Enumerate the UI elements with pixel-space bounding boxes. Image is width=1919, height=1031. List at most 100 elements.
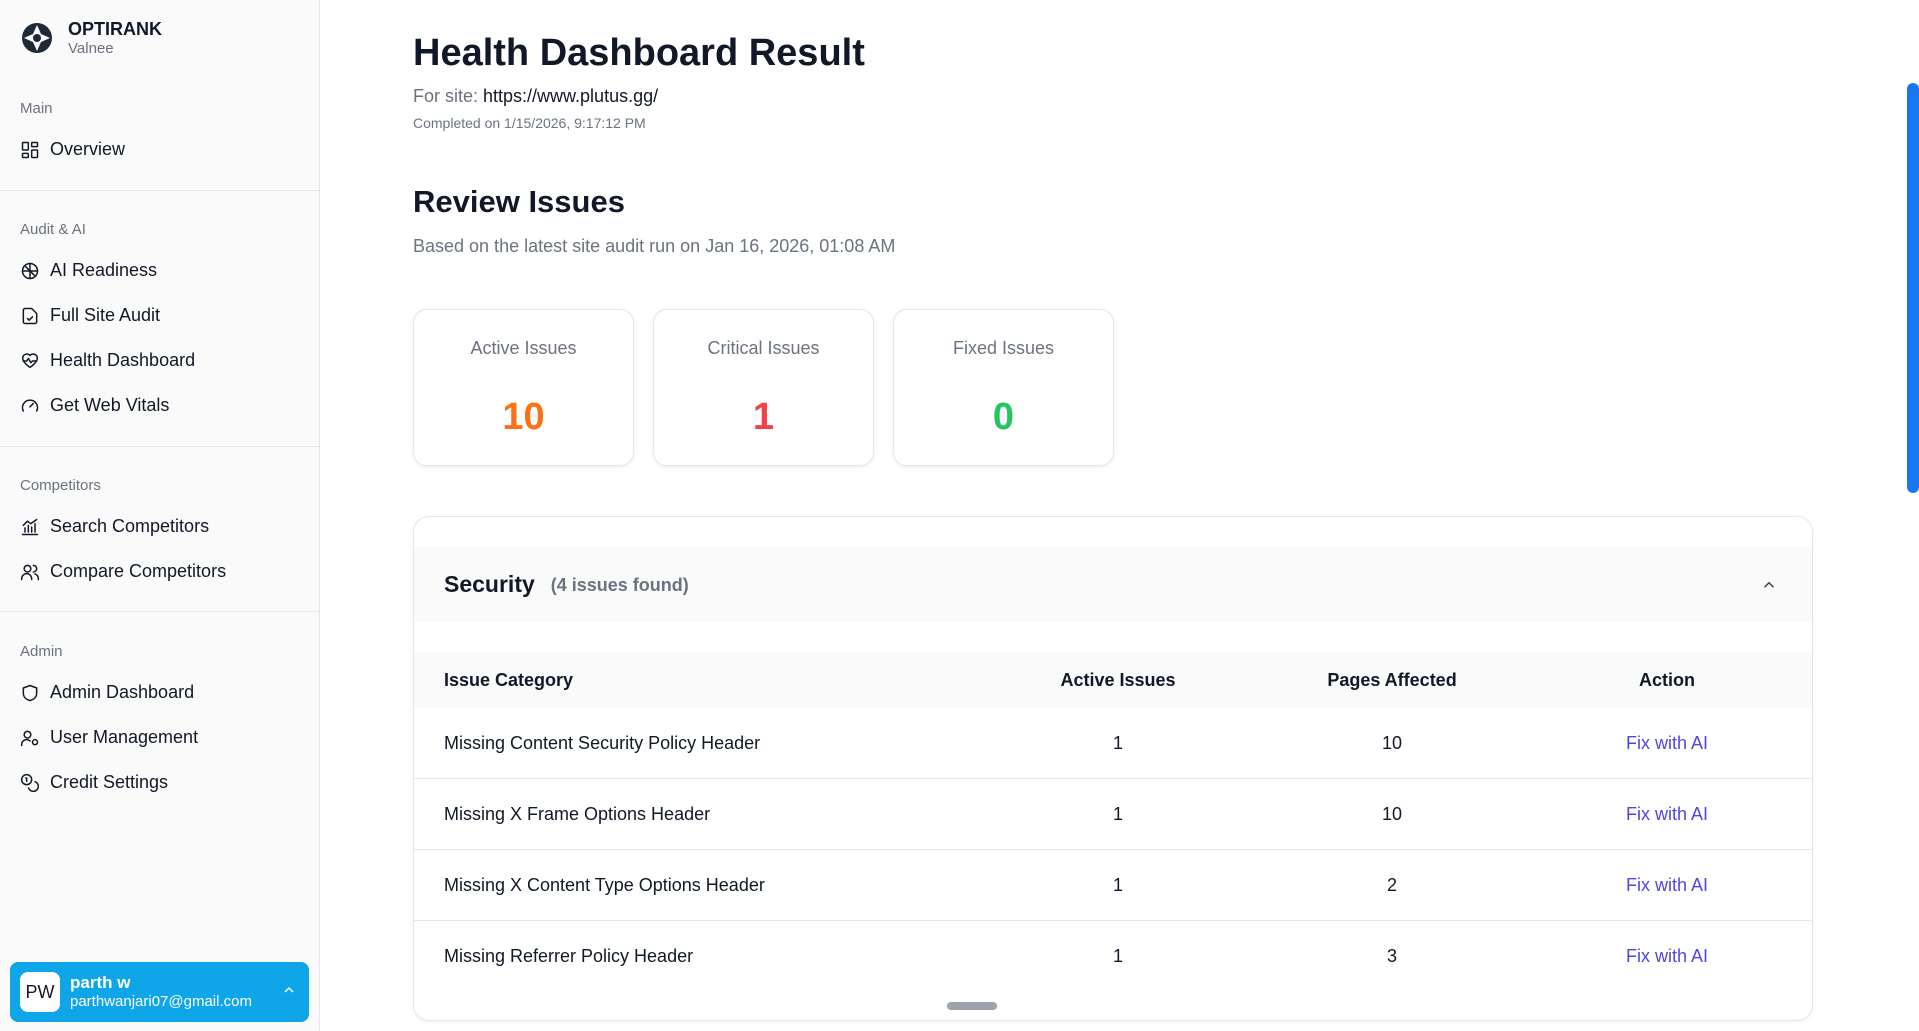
sidebar-item-label: User Management <box>50 727 199 747</box>
user-menu[interactable]: PW parth w parthwanjari07@gmail.com <box>10 962 309 1022</box>
users-icon <box>20 564 40 580</box>
chart-bar-icon <box>21 518 39 535</box>
fix-with-ai-link[interactable]: Fix with AI <box>1626 946 1708 966</box>
section-subtitle: Based on the latest site audit run on Ja… <box>413 236 896 256</box>
nav-section-competitors: Competitors Search Competitors Compare C… <box>0 476 320 594</box>
stat-label: Critical Issues <box>707 338 820 358</box>
sidebar-item-label: Overview <box>50 139 126 159</box>
brain-icon <box>21 262 39 279</box>
stat-label: Fixed Issues <box>952 338 1055 358</box>
table-header: Issue Category Active Issues Pages Affec… <box>414 652 1812 708</box>
avatar: PW <box>20 972 60 1012</box>
active-issues: 1 <box>1112 946 1123 966</box>
stat-value: 1 <box>752 396 775 438</box>
nav-section-title: Audit & AI <box>20 221 86 238</box>
stat-card-fixed: Fixed Issues 0 <box>893 309 1114 466</box>
sidebar-item-label: AI Readiness <box>50 260 158 280</box>
sidebar-item-admin-dashboard[interactable]: Admin Dashboard <box>0 670 320 715</box>
fix-with-ai-link[interactable]: Fix with AI <box>1626 804 1708 824</box>
table-row: Missing Content Security Policy Header 1… <box>414 708 1812 779</box>
shield-icon <box>22 684 38 701</box>
chevron-up-icon[interactable] <box>281 982 297 998</box>
pages-affected: 10 <box>1381 803 1403 824</box>
horizontal-scroll-handle[interactable] <box>947 1002 997 1010</box>
stat-value: 0 <box>992 396 1015 438</box>
user-email: parthwanjari07@gmail.com <box>70 993 252 1010</box>
pages-affected: 10 <box>1381 732 1403 753</box>
column-header: Action <box>1639 669 1695 690</box>
fix-with-ai-link[interactable]: Fix with AI <box>1626 733 1708 753</box>
optirank-logo-icon <box>22 23 52 53</box>
active-issues: 1 <box>1112 803 1123 824</box>
layout-grid-icon <box>21 141 39 158</box>
column-header: Active Issues <box>1060 669 1176 690</box>
table-row: Missing X Content Type Options Header 1 … <box>414 850 1812 921</box>
user-cog-icon <box>20 730 39 746</box>
sidebar-item-label: Health Dashboard <box>50 350 196 370</box>
sidebar-item-label: Admin Dashboard <box>50 682 195 702</box>
divider <box>0 611 320 612</box>
file-check-icon <box>22 307 38 324</box>
user-name: parth w <box>70 973 131 992</box>
sidebar-item-full-site-audit[interactable]: Full Site Audit <box>0 293 320 338</box>
issues-panel-security: Security (4 issues found) Issue Category… <box>413 516 1813 1021</box>
site-line: For site: https://www.plutus.gg/ <box>413 86 658 107</box>
column-header: Pages Affected <box>1327 669 1457 690</box>
panel-title: Security <box>444 571 535 597</box>
sidebar-item-credit-settings[interactable]: Credit Settings <box>0 760 320 805</box>
issue-category: Missing X Frame Options Header <box>444 803 711 824</box>
heart-pulse-icon <box>21 352 39 368</box>
issue-category: Missing Content Security Policy Header <box>444 732 761 753</box>
sidebar-item-user-management[interactable]: User Management <box>0 715 320 760</box>
pages-affected: 2 <box>1386 874 1397 895</box>
nav-section-title: Main <box>20 100 53 117</box>
stat-label: Active Issues <box>470 338 577 358</box>
sidebar-item-compare-competitors[interactable]: Compare Competitors <box>0 549 320 594</box>
nav-section-title: Admin <box>20 643 63 660</box>
panel-header[interactable]: Security (4 issues found) <box>414 547 1812 622</box>
coins-icon <box>20 773 40 792</box>
sidebar-item-ai-readiness[interactable]: AI Readiness <box>0 248 320 293</box>
nav-section-main: Main Overview <box>0 99 320 172</box>
gauge-icon <box>21 398 39 412</box>
sidebar-item-health-dashboard[interactable]: Health Dashboard <box>0 338 320 383</box>
fix-with-ai-link[interactable]: Fix with AI <box>1626 875 1708 895</box>
sidebar-item-label: Compare Competitors <box>50 561 227 581</box>
brand-name: OPTIRANK <box>68 19 162 39</box>
site-prefix: For site: <box>413 86 484 106</box>
sidebar: OPTIRANK Valnee Main Overview Audit & AI… <box>0 0 320 1031</box>
nav-section-title: Competitors <box>20 477 101 494</box>
chevron-up-icon[interactable] <box>1760 576 1778 594</box>
site-url: https://www.plutus.gg/ <box>483 86 659 106</box>
divider <box>0 190 320 191</box>
issues-table: Issue Category Active Issues Pages Affec… <box>414 652 1812 992</box>
column-header: Issue Category <box>444 669 574 690</box>
section-title: Review Issues <box>413 184 625 219</box>
stat-card-active: Active Issues 10 <box>413 309 634 466</box>
sidebar-item-label: Full Site Audit <box>50 305 161 325</box>
completed-timestamp: Completed on 1/15/2026, 9:17:12 PM <box>413 115 646 131</box>
brand[interactable]: OPTIRANK Valnee <box>20 18 162 58</box>
sidebar-item-label: Search Competitors <box>50 516 210 536</box>
sidebar-item-overview[interactable]: Overview <box>0 127 320 172</box>
brand-subtitle: Valnee <box>68 40 114 57</box>
table-row: Missing Referrer Policy Header 1 3 Fix w… <box>414 921 1812 992</box>
active-issues: 1 <box>1112 732 1123 753</box>
nav-section-admin: Admin Admin Dashboard User Management Cr… <box>0 642 320 805</box>
active-issues: 1 <box>1112 874 1123 895</box>
stat-value: 10 <box>502 396 545 438</box>
divider <box>0 446 320 447</box>
main-content: Health Dashboard Result For site: https:… <box>320 0 1919 1031</box>
pages-affected: 3 <box>1386 946 1397 966</box>
vertical-scrollbar[interactable] <box>1907 83 1919 493</box>
sidebar-item-label: Get Web Vitals <box>50 395 170 415</box>
sidebar-item-get-web-vitals[interactable]: Get Web Vitals <box>0 383 320 428</box>
nav-section-audit: Audit & AI AI Readiness Full Site Audit … <box>0 220 320 428</box>
stat-card-critical: Critical Issues 1 <box>653 309 874 466</box>
page-title: Health Dashboard Result <box>413 32 865 74</box>
sidebar-item-search-competitors[interactable]: Search Competitors <box>0 504 320 549</box>
sidebar-item-label: Credit Settings <box>50 772 169 792</box>
issue-category: Missing X Content Type Options Header <box>444 874 765 895</box>
table-row: Missing X Frame Options Header 1 10 Fix … <box>414 779 1812 850</box>
issue-category: Missing Referrer Policy Header <box>444 946 694 966</box>
